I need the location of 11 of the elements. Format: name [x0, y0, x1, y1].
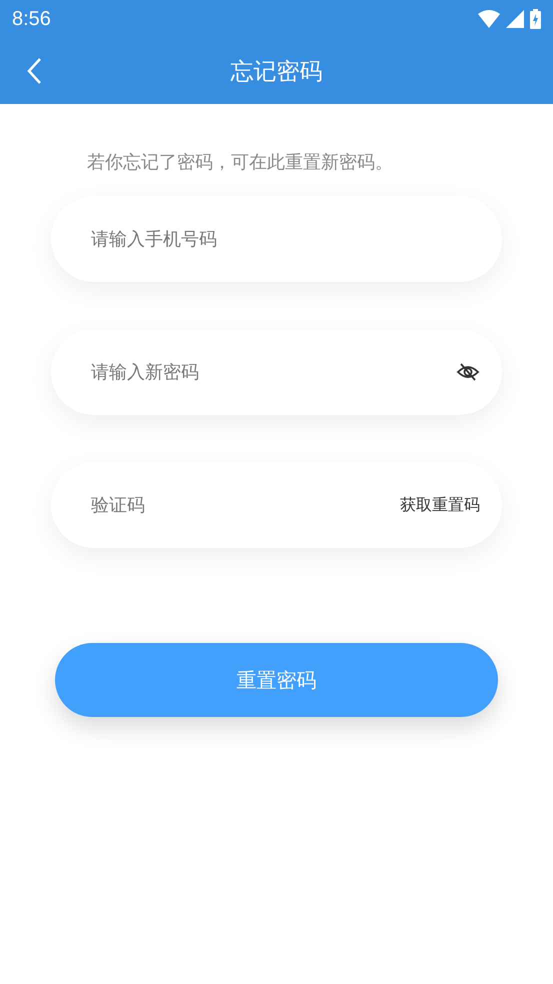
wifi-icon	[478, 10, 500, 28]
status-time: 8:56	[12, 8, 51, 30]
password-field[interactable]: 请输入新密码	[89, 360, 456, 384]
back-icon	[26, 57, 42, 85]
signal-icon	[506, 10, 524, 28]
phone-field[interactable]: 请输入手机号码	[89, 228, 480, 250]
battery-icon	[530, 9, 541, 29]
code-field[interactable]: 验证码	[89, 494, 400, 516]
hint-text: 若你忘记了密码，可在此重置新密码。	[87, 151, 394, 174]
get-code-button[interactable]: 获取重置码	[400, 494, 480, 516]
page-title: 忘记密码	[230, 58, 322, 86]
